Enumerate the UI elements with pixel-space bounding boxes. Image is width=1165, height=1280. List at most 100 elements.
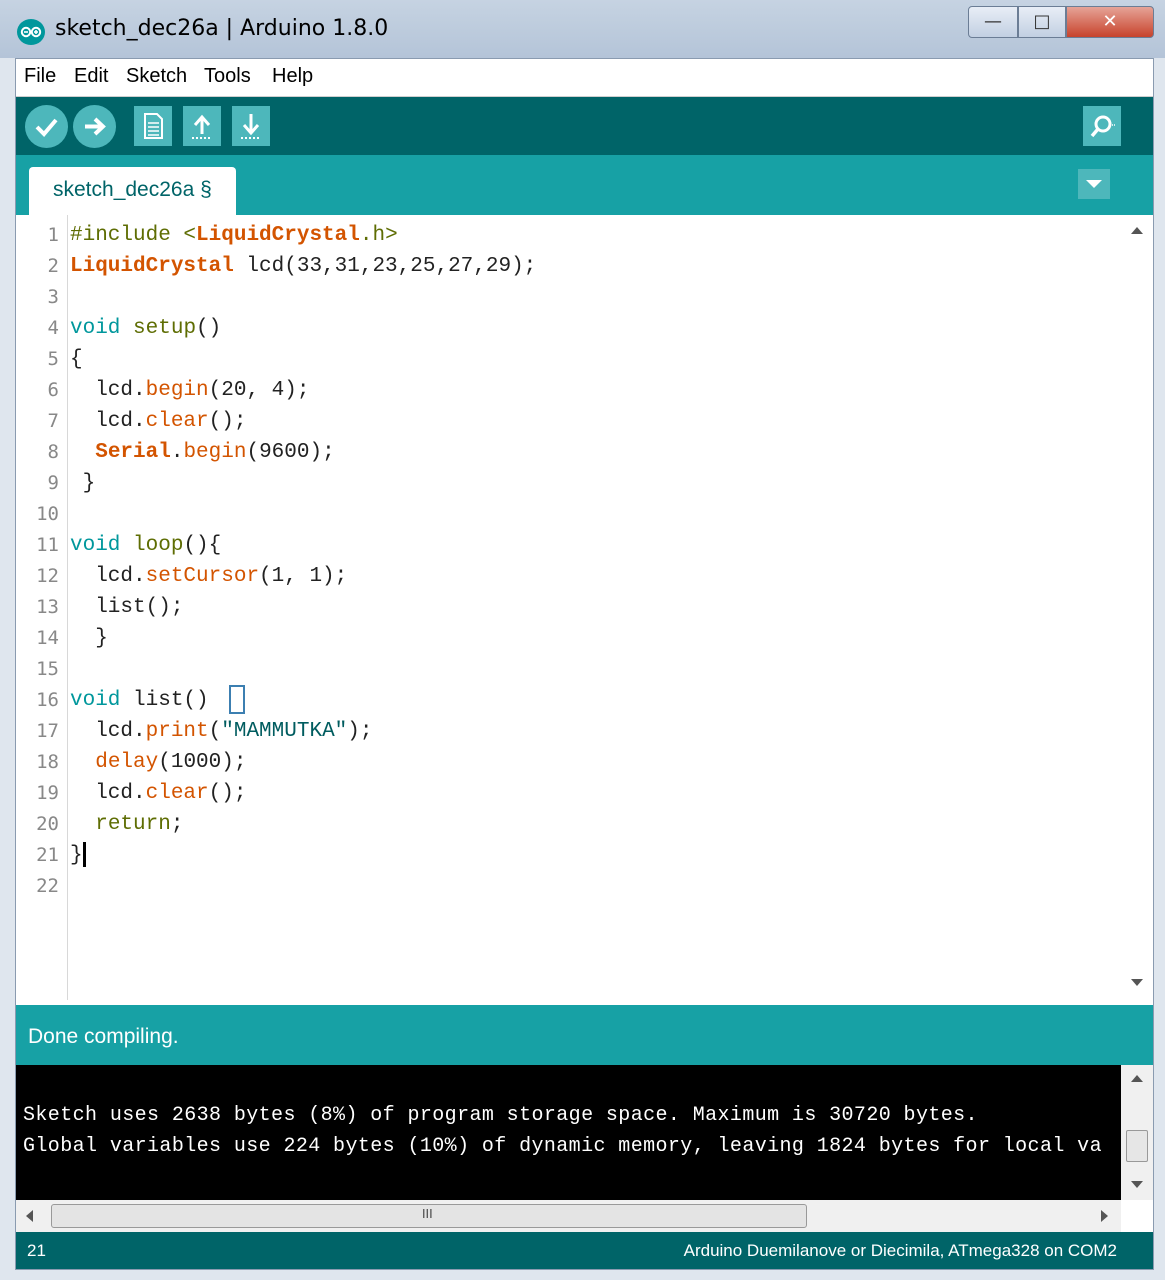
code-line: list(); <box>70 592 183 623</box>
line-number: 12 <box>36 565 59 587</box>
board-info: Arduino Duemilanove or Diecimila, ATmega… <box>683 1241 1117 1260</box>
app-window: File Edit Sketch Tools Help sketch_dec26… <box>15 58 1154 1270</box>
code-token: Serial <box>95 441 171 464</box>
code-line: LiquidCrystal lcd(33,31,23,25,27,29); <box>70 251 536 282</box>
code-line: } <box>70 623 108 654</box>
code-token: begin <box>145 379 209 402</box>
menu-sketch[interactable]: Sketch <box>126 65 187 88</box>
line-number: 5 <box>47 348 59 370</box>
code-line: void setup() <box>70 313 221 344</box>
console-horizontal-scrollbar[interactable]: III <box>16 1200 1121 1232</box>
code-token: void <box>70 317 121 340</box>
menu-help[interactable]: Help <box>272 65 313 88</box>
console-vertical-scrollbar[interactable] <box>1121 1065 1153 1200</box>
code-token: (9600); <box>246 441 335 464</box>
code-token: print <box>145 720 209 743</box>
code-token: LiquidCrystal <box>196 224 360 247</box>
line-number: 17 <box>36 720 59 742</box>
arduino-logo-icon <box>17 19 45 45</box>
menu-file[interactable]: File <box>24 65 56 88</box>
line-number: 3 <box>47 286 59 308</box>
line-number: 4 <box>47 317 59 339</box>
title-bar: sketch_dec26a | Arduino 1.8.0 — □ ✕ <box>0 0 1165 58</box>
menu-tools[interactable]: Tools <box>204 65 251 88</box>
code-token: } <box>70 844 83 867</box>
grip-icon: III <box>422 1207 433 1221</box>
verify-button[interactable] <box>25 105 68 148</box>
code-line: lcd.clear(); <box>70 406 246 437</box>
scroll-down-arrow-icon[interactable] <box>1131 979 1143 986</box>
scroll-up-arrow-icon[interactable] <box>1131 227 1143 234</box>
tab-label: sketch_dec26a § <box>53 178 212 201</box>
status-bar: Done compiling. <box>16 1005 1153 1065</box>
save-button[interactable] <box>232 106 270 146</box>
serial-monitor-icon <box>1090 115 1116 138</box>
window-title: sketch_dec26a | Arduino 1.8.0 <box>55 16 389 41</box>
line-number: 11 <box>36 534 59 556</box>
code-line: { <box>70 344 83 375</box>
code-token: "MAMMUTKA" <box>221 720 348 743</box>
code-line: void loop(){ <box>70 530 221 561</box>
code-token: ; <box>170 813 184 836</box>
code-token: setCursor <box>145 565 260 588</box>
code-token: loop <box>133 534 184 557</box>
code-token: } <box>70 627 108 650</box>
current-line-number: 21 <box>27 1241 46 1260</box>
console-output[interactable]: Sketch uses 2638 bytes (8%) of program s… <box>16 1065 1121 1200</box>
menu-edit[interactable]: Edit <box>74 65 108 88</box>
line-number: 22 <box>36 875 59 897</box>
close-button[interactable]: ✕ <box>1066 6 1154 38</box>
line-number: 16 <box>36 689 59 711</box>
open-icon <box>192 114 212 139</box>
line-number: 21 <box>36 844 59 866</box>
scroll-thumb[interactable] <box>1126 1130 1148 1162</box>
save-icon <box>241 114 261 139</box>
code-token: .h> <box>359 224 398 247</box>
code-token: . <box>170 441 184 464</box>
code-token: list() <box>120 689 222 713</box>
code-token: clear <box>145 410 209 433</box>
tab-bar: sketch_dec26a § <box>16 155 1153 215</box>
maximize-button[interactable]: □ <box>1018 6 1066 38</box>
open-button[interactable] <box>183 106 221 146</box>
upload-button[interactable] <box>73 105 116 148</box>
code-token: () <box>196 317 222 340</box>
line-number-gutter: 1 2 3 4 5 6 7 8 9 10 11 12 13 14 15 16 17 18 19 20 21 22 <box>16 215 68 1000</box>
line-number: 7 <box>47 410 59 432</box>
code-token: void <box>70 534 121 557</box>
code-token: { <box>70 348 83 371</box>
code-line: Serial.begin(9600); <box>70 437 335 468</box>
new-button[interactable] <box>134 106 172 146</box>
bracket-match-highlight <box>229 685 246 714</box>
tab-sketch-dec26a[interactable]: sketch_dec26a § <box>29 167 236 215</box>
scroll-up-arrow-icon[interactable] <box>1131 1075 1143 1082</box>
scroll-down-arrow-icon[interactable] <box>1131 1181 1143 1188</box>
code-token: LiquidCrystal <box>70 255 234 278</box>
tab-menu-button[interactable] <box>1078 169 1110 199</box>
line-number: 2 <box>47 255 59 277</box>
scroll-thumb[interactable]: III <box>51 1204 807 1228</box>
scroll-right-arrow-icon[interactable] <box>1101 1210 1108 1222</box>
code-token: (); <box>208 782 247 805</box>
code-line: #include <LiquidCrystal.h> <box>70 220 398 251</box>
line-number: 1 <box>47 224 59 246</box>
line-number: 13 <box>36 596 59 618</box>
code-token: setup <box>133 317 197 340</box>
code-token: return <box>95 813 171 836</box>
code-line: } <box>70 468 96 499</box>
code-line: lcd.begin(20, 4); <box>70 375 309 406</box>
text-cursor <box>82 841 86 867</box>
serial-monitor-button[interactable] <box>1083 106 1121 146</box>
scroll-left-arrow-icon[interactable] <box>26 1210 33 1222</box>
code-token: void <box>70 689 121 713</box>
line-number: 9 <box>47 472 59 494</box>
editor-vertical-scrollbar[interactable] <box>1123 215 1153 1000</box>
code-editor[interactable]: 1 2 3 4 5 6 7 8 9 10 11 12 13 14 15 16 17 18 19 20 21 22 #inc… <box>16 215 1153 1000</box>
code-token: lcd. <box>70 720 146 743</box>
code-token: (){ <box>183 534 222 557</box>
code-token: lcd. <box>70 379 146 402</box>
code-token: clear <box>145 782 209 805</box>
minimize-button[interactable]: — <box>968 6 1018 38</box>
